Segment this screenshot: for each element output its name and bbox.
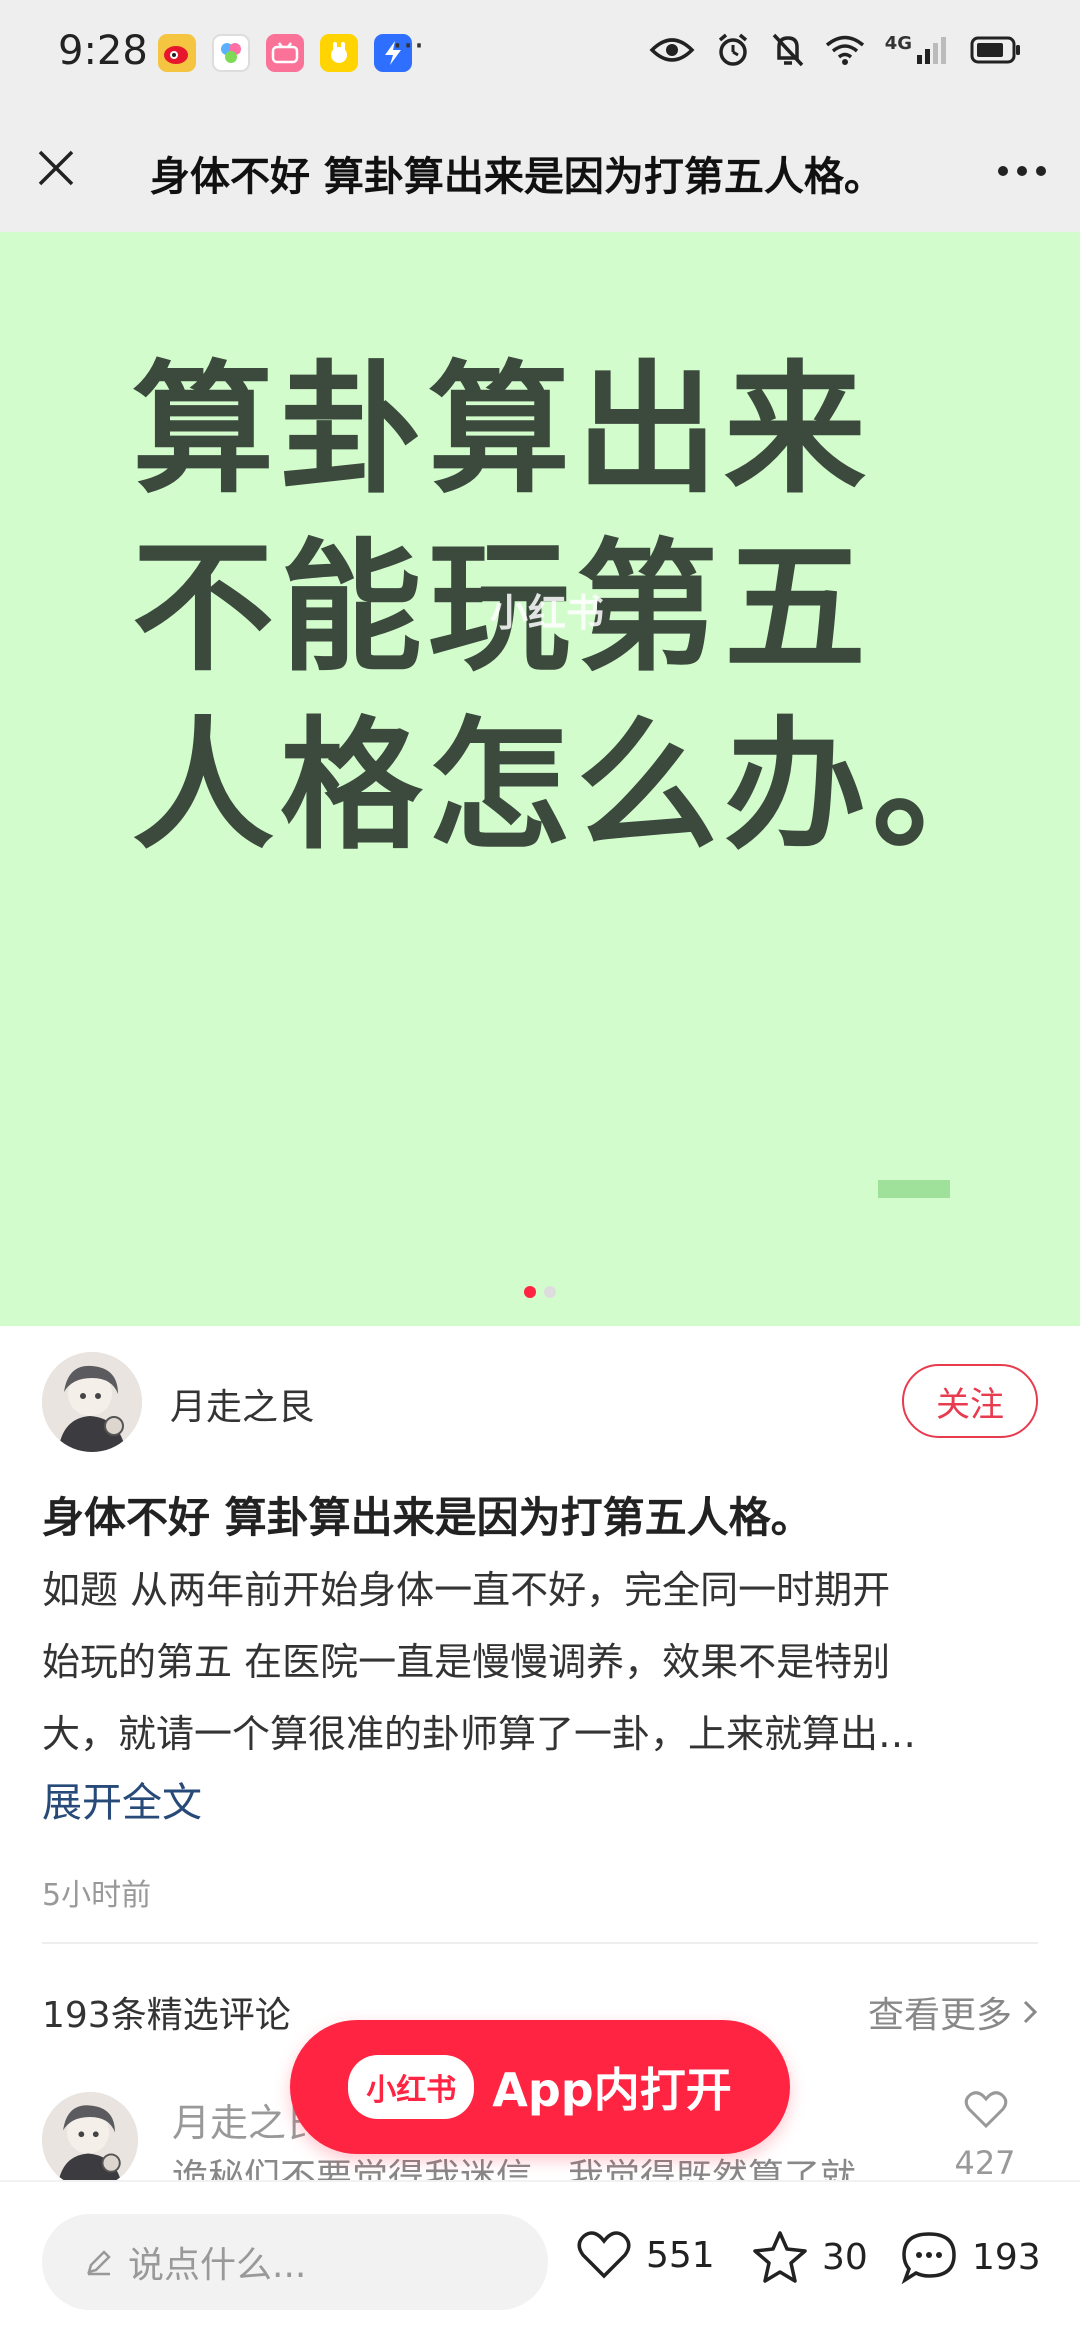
like-count: 551 (646, 2234, 715, 2276)
comment-bubble-icon (901, 2232, 956, 2284)
post-timestamp: 5小时前 (42, 1878, 152, 1913)
status-app-icons (158, 34, 412, 72)
status-indicators: 4G (649, 32, 1022, 68)
mute-icon (771, 32, 805, 68)
favorite-count: 30 (822, 2236, 868, 2278)
alarm-icon (715, 32, 751, 68)
author-name[interactable]: 月走之艮 (170, 1378, 314, 1430)
comment-like-count: 427 (954, 2144, 1016, 2182)
comment-count: 193 (972, 2236, 1041, 2278)
decorative-bar (878, 1180, 950, 1198)
follow-button[interactable]: 关注 (902, 1364, 1038, 1438)
post-image-line: 人格怎么办。 (132, 704, 1020, 869)
carousel-dot (544, 1286, 556, 1298)
post-body-line: 始玩的第五 在医院一直是慢慢调养，效果不是特别 (42, 1640, 891, 1684)
more-dot-icon (998, 166, 1008, 176)
page-title: 身体不好 算卦算出来是因为打第五人格。 (150, 154, 884, 200)
signal-icon: 4G (885, 35, 950, 65)
comment-input[interactable]: 说点什么... (42, 2214, 548, 2310)
bottom-action-bar: 说点什么... 551 30 193 (0, 2180, 1080, 2340)
eye-icon (649, 35, 695, 65)
like-button[interactable]: 551 (576, 2230, 715, 2280)
weibo-icon (158, 34, 196, 72)
close-button[interactable] (28, 140, 84, 196)
comment-input-placeholder: 说点什么... (128, 2245, 307, 2286)
app-icon-4 (320, 34, 358, 72)
more-options-button[interactable] (990, 146, 1054, 196)
status-time: 9:28 (58, 28, 148, 74)
chevron-right-icon (1023, 2000, 1038, 2024)
top-nav: 身体不好 算卦算出来是因为打第五人格。 (0, 110, 1080, 232)
heart-icon (577, 2231, 631, 2279)
comment-avatar[interactable] (42, 2092, 138, 2188)
post-body-line: 大，就请一个算很准的卦师算了一卦，上来就算出… (42, 1712, 917, 1756)
carousel-dot-active (524, 1286, 536, 1298)
close-icon (38, 150, 74, 186)
battery-icon (970, 36, 1022, 64)
heart-icon (964, 2091, 1008, 2129)
post-image[interactable]: 算卦算出来 不能玩第五 人格怎么办。 小红书 (0, 232, 1080, 1326)
more-dot-icon (1036, 166, 1046, 176)
comment-like-button[interactable] (956, 2090, 1016, 2130)
open-in-app-label: App内打开 (492, 2063, 732, 2117)
star-icon (753, 2231, 807, 2283)
wifi-icon (825, 34, 865, 66)
favorite-button[interactable]: 30 (752, 2230, 868, 2284)
post-body: 如题 从两年前开始身体一直不好，完全同一时期开 始玩的第五 在医院一直是慢慢调养… (42, 1554, 1042, 1770)
pencil-icon (87, 2250, 111, 2276)
post-image-line: 算卦算出来 (132, 348, 872, 513)
divider (42, 1942, 1038, 1944)
carousel-indicator (0, 1286, 1080, 1298)
see-more-label: 查看更多 (867, 1995, 1012, 2036)
watermark: 小红书 (490, 591, 605, 635)
author-avatar[interactable] (42, 1352, 142, 1452)
post-title: 身体不好 算卦算出来是因为打第五人格。 (42, 1493, 813, 1542)
open-in-app-button[interactable]: 小红书 App内打开 (290, 2020, 790, 2154)
comments-count: 193条精选评论 (42, 1995, 291, 2036)
status-bar: 9:28 ··· 4G (0, 0, 1080, 110)
xiaohongshu-logo: 小红书 (348, 2055, 475, 2119)
expand-full-text-link[interactable]: 展开全文 (42, 1770, 202, 1828)
see-more-comments-link[interactable]: 查看更多 (868, 1986, 1038, 2038)
comment-button[interactable]: 193 (900, 2230, 1041, 2284)
post-body-line: 如题 从两年前开始身体一直不好，完全同一时期开 (42, 1568, 891, 1612)
bilibili-icon (266, 34, 304, 72)
more-dot-icon (1017, 166, 1027, 176)
app-icon-2 (212, 34, 250, 72)
status-more-dots: ··· (392, 26, 425, 66)
network-label: 4G (884, 33, 912, 54)
